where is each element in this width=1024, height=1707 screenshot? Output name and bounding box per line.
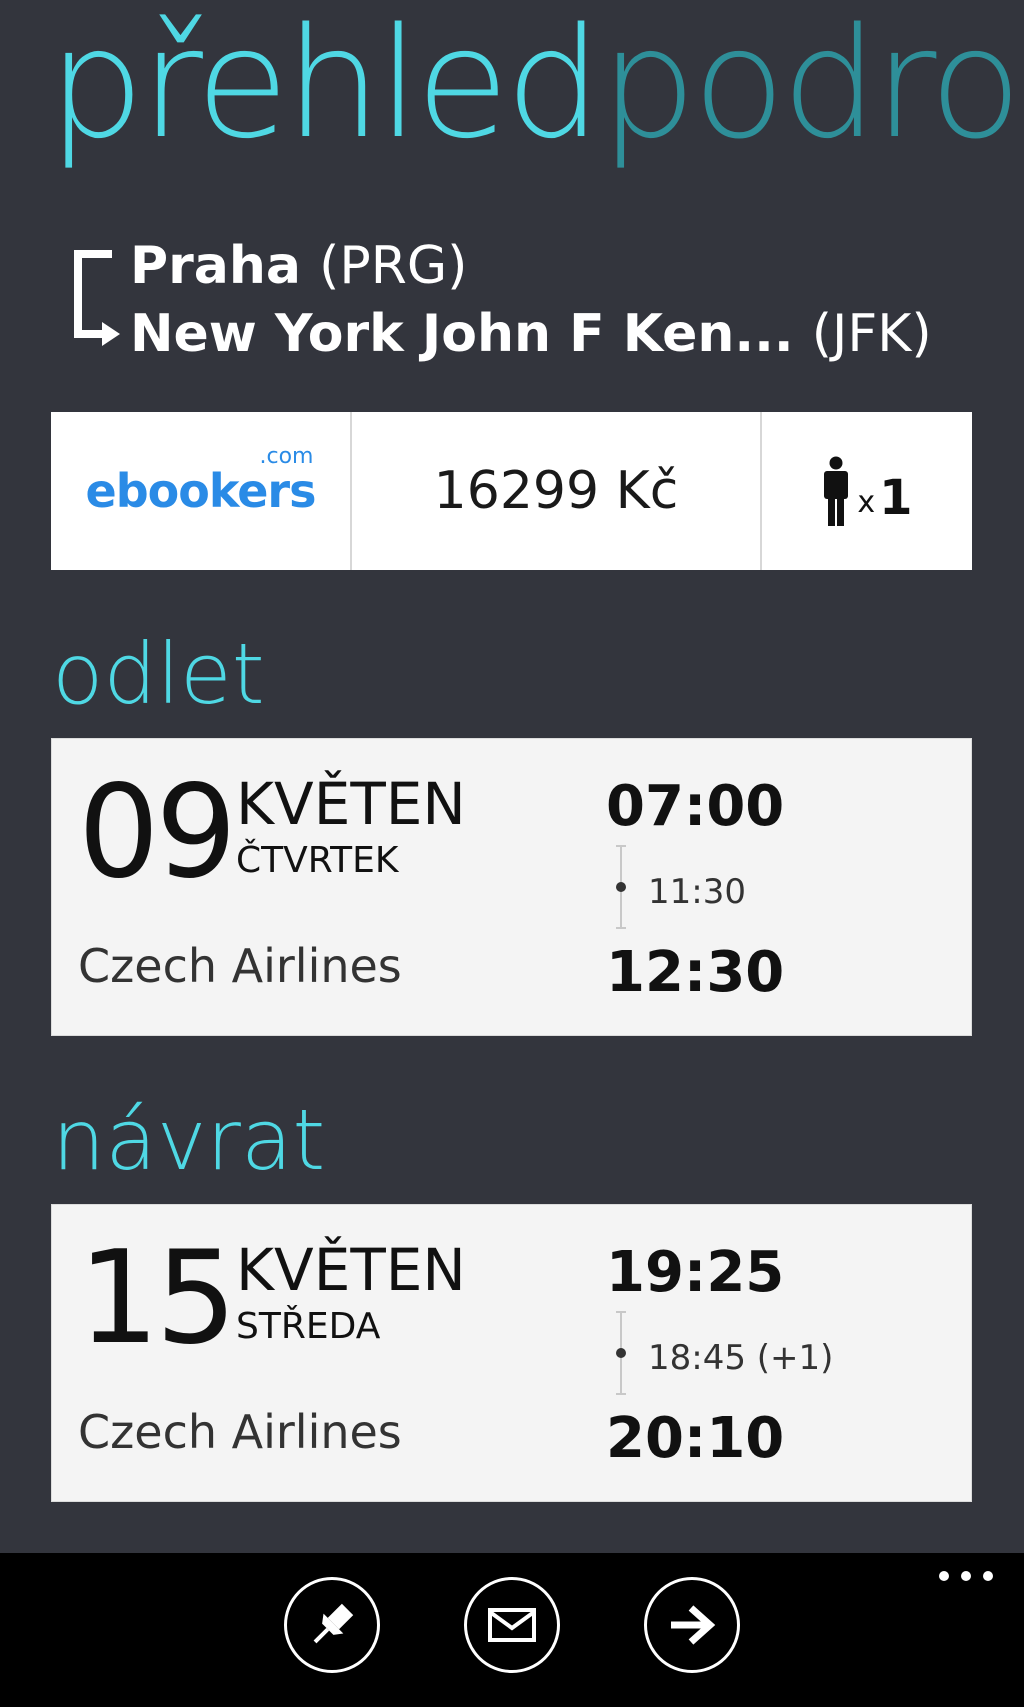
provider-cell: .com ebookers (51, 412, 352, 570)
departure-weekday: ČTVRTEK (236, 840, 399, 881)
destination-code: (JFK) (811, 304, 932, 364)
ebookers-logo: .com ebookers (85, 444, 317, 518)
departure-time: 07:00 (606, 774, 785, 839)
mail-icon (488, 1608, 536, 1642)
arrow-right-icon (671, 1605, 716, 1645)
price-cell: 16299 Kč (352, 412, 762, 570)
return-weekday: STŘEDA (236, 1306, 381, 1347)
departure-duration: 11:30 (648, 872, 746, 912)
passengers-cell: x 1 (762, 412, 972, 570)
return-month: KVĚTEN (236, 1236, 466, 1304)
return-heading: návrat (52, 1091, 326, 1189)
origin-city: Praha (130, 236, 301, 296)
flight-duration-icon (616, 845, 626, 929)
route-summary: Praha (PRG) New York John F Ken... (JFK) (60, 228, 960, 368)
destination-city: New York John F Ken... (130, 304, 794, 364)
return-departure-time: 19:25 (606, 1240, 785, 1305)
return-airline: Czech Airlines (78, 1405, 402, 1459)
pivot-header: přehled podrob (0, 0, 1024, 200)
more-icon[interactable] (936, 1569, 996, 1583)
return-arrival-time: 20:10 (606, 1406, 785, 1471)
pin-icon (313, 1603, 354, 1644)
passenger-number: 1 (879, 470, 913, 526)
return-day: 15 (78, 1224, 237, 1373)
route-origin: Praha (PRG) (130, 236, 467, 296)
logo-text: ebookers (85, 464, 317, 518)
logo-suffix: .com (259, 444, 314, 469)
departure-month: KVĚTEN (236, 770, 466, 838)
return-duration: 18:45 (+1) (648, 1338, 834, 1378)
pivot-tab-prehled[interactable]: přehled (48, 8, 602, 160)
passenger-count: x 1 (821, 456, 913, 526)
price: 16299 Kč (433, 461, 679, 521)
departure-heading: odlet (52, 625, 265, 723)
booking-info-bar[interactable]: .com ebookers 16299 Kč x 1 (51, 412, 972, 570)
departure-day: 09 (78, 758, 237, 907)
route-arrow-icon (74, 250, 120, 346)
origin-code: (PRG) (319, 236, 468, 296)
flight-duration-icon (616, 1311, 626, 1395)
route-destination: New York John F Ken... (JFK) (130, 304, 932, 364)
departure-flight-card[interactable]: 09 KVĚTEN ČTVRTEK Czech Airlines 07:00 1… (51, 738, 972, 1036)
departure-airline: Czech Airlines (78, 939, 402, 993)
mail-button[interactable] (464, 1577, 560, 1673)
person-icon (824, 456, 849, 526)
passenger-multiplier: x (857, 485, 876, 520)
departure-arrival-time: 12:30 (606, 940, 785, 1005)
app-bar (0, 1553, 1024, 1707)
pivot-tab-podrobnosti[interactable]: podrob (600, 8, 1024, 160)
return-flight-card[interactable]: 15 KVĚTEN STŘEDA Czech Airlines 19:25 18… (51, 1204, 972, 1502)
next-button[interactable] (644, 1577, 740, 1673)
pin-button[interactable] (284, 1577, 380, 1673)
